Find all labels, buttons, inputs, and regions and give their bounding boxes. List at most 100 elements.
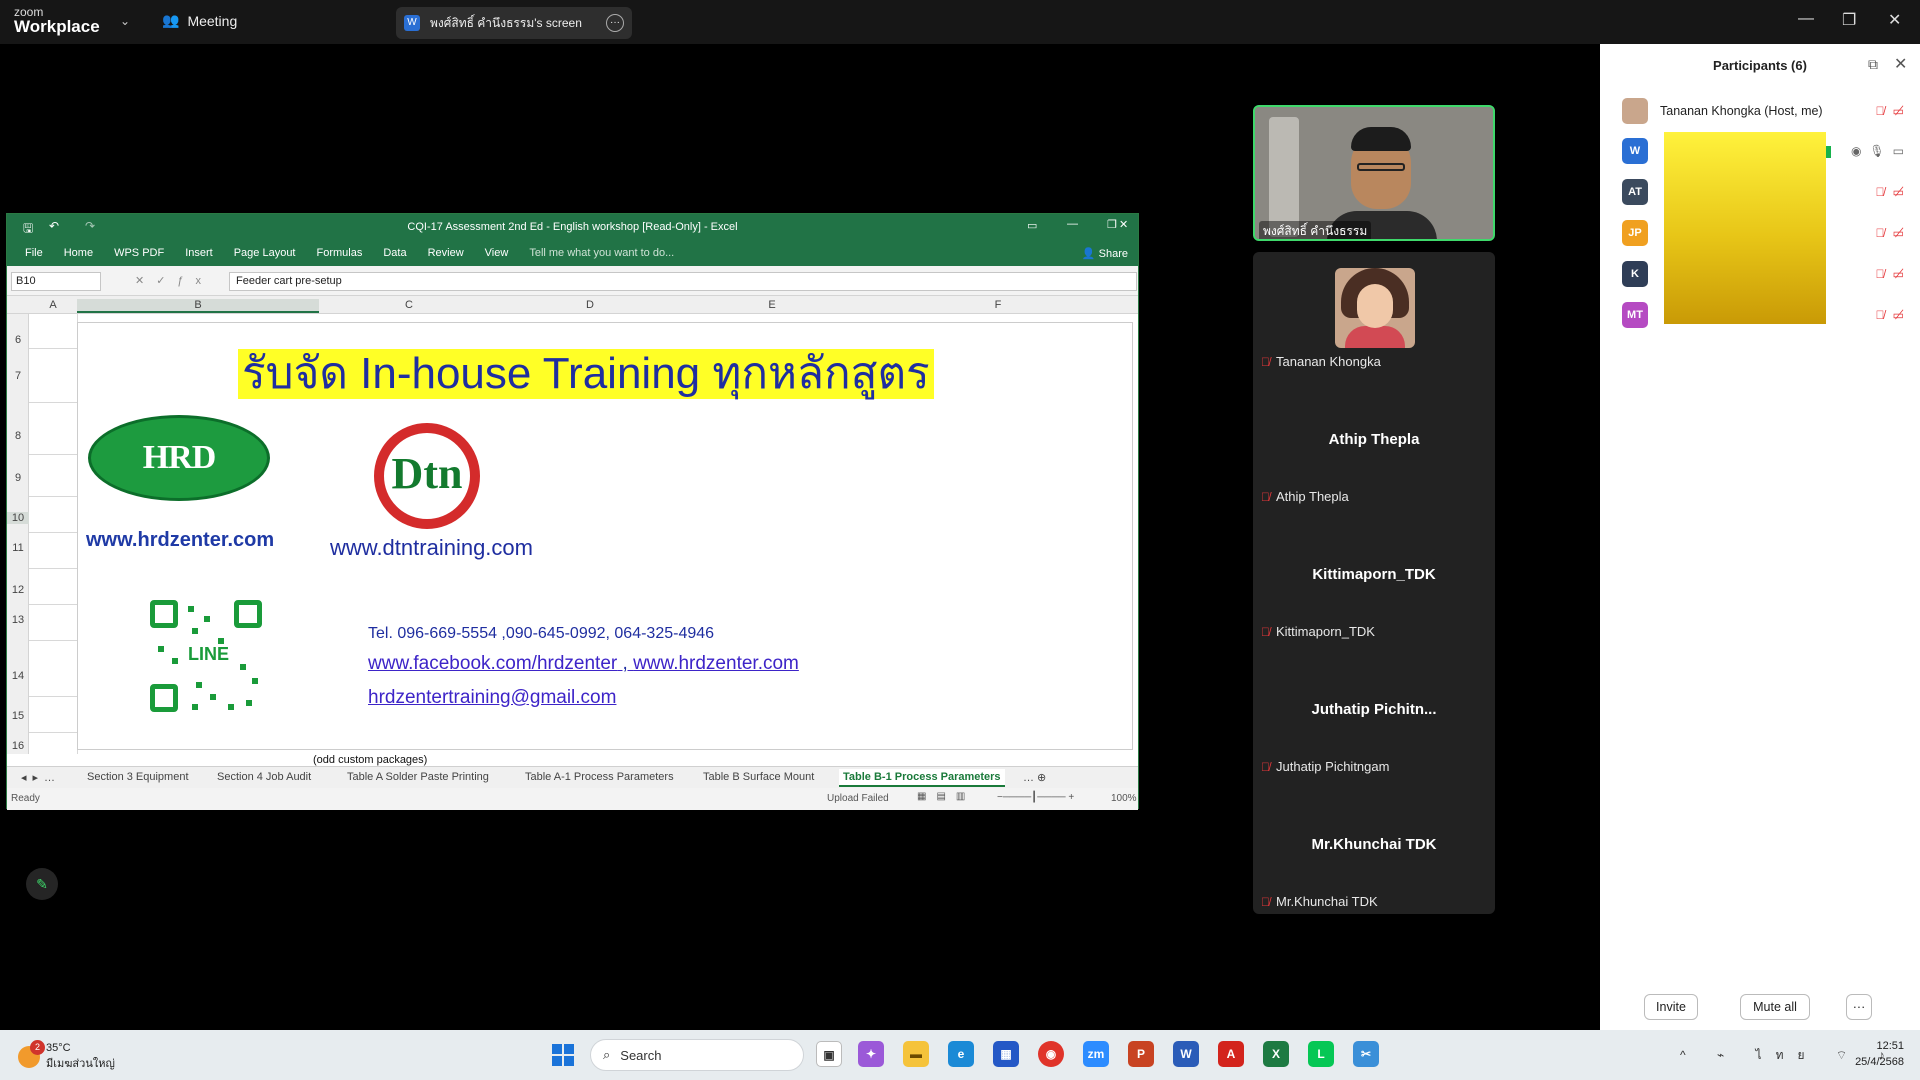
ribbon-tab[interactable]: View bbox=[485, 247, 509, 259]
mic-video-off-icons[interactable]: 🎙̸▭̸ bbox=[1876, 267, 1912, 281]
sheet-tab[interactable]: Table A-1 Process Parameters bbox=[525, 771, 674, 783]
participant-tile[interactable]: 🎙̸ Tananan Khongka bbox=[1253, 252, 1495, 380]
language-indicator[interactable]: ไทย bbox=[1756, 1048, 1819, 1062]
column-header[interactable]: C bbox=[319, 299, 499, 311]
sheet-tab[interactable]: Table A Solder Paste Printing bbox=[347, 771, 489, 783]
formula-input[interactable]: Feeder cart pre-setup bbox=[229, 272, 1137, 291]
cell-c16[interactable]: (odd custom packages) bbox=[313, 754, 427, 766]
restore-button[interactable]: ❐ bbox=[1842, 10, 1856, 30]
active-speaker-video[interactable]: พงศ์สิทธิ์ คำนึงธรรม bbox=[1253, 105, 1495, 241]
ribbon-tab[interactable]: Formulas bbox=[317, 247, 363, 259]
ribbon-tab[interactable]: Data bbox=[383, 247, 406, 259]
column-header[interactable]: D bbox=[499, 299, 681, 311]
column-header[interactable]: B bbox=[77, 299, 319, 313]
file-explorer-icon[interactable]: ▬ bbox=[903, 1041, 929, 1067]
share-button[interactable]: 👤 Share bbox=[1082, 247, 1128, 260]
ribbon-tab[interactable]: Page Layout bbox=[234, 247, 296, 259]
annotate-pen-icon[interactable]: ✎ bbox=[26, 868, 58, 900]
invite-button[interactable]: Invite bbox=[1644, 994, 1698, 1020]
chevron-down-icon[interactable]: ⌄ bbox=[120, 14, 130, 28]
tell-me-search[interactable]: Tell me what you want to do... bbox=[529, 247, 674, 259]
chrome-icon[interactable]: ◉ bbox=[1038, 1041, 1064, 1067]
acrobat-icon[interactable]: A bbox=[1218, 1041, 1244, 1067]
excel-close-button[interactable]: ✕ bbox=[1119, 218, 1128, 231]
close-icon[interactable]: ✕ bbox=[1894, 54, 1907, 74]
word-icon[interactable]: W bbox=[1173, 1041, 1199, 1067]
participant-row[interactable]: Tananan Khongka (Host, me) 🎙̸▭̸ bbox=[1622, 96, 1912, 126]
sheet-tab[interactable]: Section 4 Job Audit bbox=[217, 771, 311, 783]
mic-video-off-icons[interactable]: 🎙̸▭̸ bbox=[1876, 308, 1912, 322]
row-header[interactable]: 16 bbox=[7, 740, 29, 752]
excel-maximize-button[interactable]: ❐ bbox=[1107, 218, 1117, 231]
close-window-button[interactable]: ✕ bbox=[1888, 10, 1901, 30]
email-link[interactable]: hrdzentertraining@gmail.com bbox=[368, 687, 616, 709]
more-button[interactable]: ··· bbox=[1846, 994, 1872, 1020]
advert-picture[interactable]: รับจัด In-house Training ทุกหลักสูตร HRD… bbox=[77, 322, 1133, 750]
ribbon-tab[interactable]: Insert bbox=[185, 247, 213, 259]
row-header[interactable]: 11 bbox=[7, 542, 29, 554]
tile-big-name: Juthatip Pichitn... bbox=[1311, 701, 1437, 718]
windows-start-icon[interactable] bbox=[552, 1044, 574, 1066]
add-sheet-icon[interactable]: … ⊕ bbox=[1023, 771, 1046, 784]
name-box[interactable]: B10 bbox=[11, 272, 101, 291]
mic-video-off-icons[interactable]: 🎙̸▭̸ bbox=[1876, 104, 1912, 118]
taskbar-search[interactable]: ⌕ Search bbox=[590, 1039, 804, 1071]
mute-all-button[interactable]: Mute all bbox=[1740, 994, 1810, 1020]
row-header[interactable]: 15 bbox=[7, 710, 29, 722]
tile-label: 🎙̸ Kittimaporn_TDK bbox=[1261, 624, 1375, 639]
ribbon-tab[interactable]: WPS PDF bbox=[114, 247, 164, 259]
powerpoint-icon[interactable]: P bbox=[1128, 1041, 1154, 1067]
website-link[interactable]: www.hrdzenter.com bbox=[633, 653, 799, 674]
more-options-icon[interactable]: ··· bbox=[606, 14, 624, 32]
row-header[interactable]: 10 bbox=[7, 512, 29, 524]
ribbon-tab[interactable]: File bbox=[25, 247, 43, 259]
column-header[interactable]: E bbox=[681, 299, 863, 311]
weather-widget[interactable]: 2 35°C มีเมฆส่วนใหญ่ bbox=[18, 1040, 115, 1072]
participant-tile[interactable]: Mr.Khunchai TDK 🎙̸ Mr.Khunchai TDK bbox=[1253, 792, 1495, 920]
minimize-button[interactable]: — bbox=[1798, 10, 1814, 28]
mic-video-off-icons[interactable]: 🎙̸▭̸ bbox=[1876, 185, 1912, 199]
meeting-menu-button[interactable]: 👥 Meeting bbox=[162, 12, 237, 29]
store-icon[interactable]: ▦ bbox=[993, 1041, 1019, 1067]
sheet-tab[interactable]: Table B Surface Mount bbox=[703, 771, 814, 783]
participant-tile[interactable]: Juthatip Pichitn... 🎙̸ Juthatip Pichitnga… bbox=[1253, 657, 1495, 785]
shared-screen-pill[interactable]: W พงศ์สิทธิ์ คำนึงธรรม's screen ··· bbox=[396, 7, 632, 39]
row-header[interactable]: 12 bbox=[7, 584, 29, 596]
mic-video-off-icons[interactable]: 🎙̸▭̸ bbox=[1876, 226, 1912, 240]
line-icon[interactable]: L bbox=[1308, 1041, 1334, 1067]
weather-description: มีเมฆส่วนใหญ่ bbox=[46, 1058, 115, 1070]
mic-video-on-icons[interactable]: ◉🎙▭ bbox=[1851, 144, 1912, 158]
view-mode-icons[interactable]: ▦▤▥ bbox=[917, 791, 975, 802]
row-header[interactable]: 13 bbox=[7, 614, 29, 626]
popout-icon[interactable]: ⧉ bbox=[1868, 56, 1878, 73]
copilot-icon[interactable]: ✦ bbox=[858, 1041, 884, 1067]
sheet-nav-arrows[interactable]: ◂▸… bbox=[21, 771, 61, 784]
column-header[interactable]: F bbox=[863, 299, 1133, 311]
zoom-slider[interactable]: −────┃──── + bbox=[997, 792, 1074, 803]
participant-avatar bbox=[1622, 98, 1648, 124]
temperature: 35°C bbox=[46, 1042, 71, 1054]
row-header[interactable]: 14 bbox=[7, 670, 29, 682]
ribbon-tab[interactable]: Review bbox=[428, 247, 464, 259]
task-view-icon[interactable]: ▣ bbox=[816, 1041, 842, 1067]
clock[interactable]: 12:51 25/4/2568 bbox=[1838, 1038, 1904, 1070]
participant-tile[interactable]: Athip Thepla 🎙̸ Athip Thepla bbox=[1253, 387, 1495, 515]
participant-tile[interactable]: Kittimaporn_TDK 🎙̸ Kittimaporn_TDK bbox=[1253, 522, 1495, 650]
row-header[interactable]: 7 bbox=[7, 370, 29, 382]
ribbon-tab[interactable]: Home bbox=[64, 247, 93, 259]
upload-failed-status[interactable]: Upload Failed bbox=[827, 793, 889, 804]
sheet-tab-active[interactable]: Table B-1 Process Parameters bbox=[839, 769, 1005, 787]
column-header[interactable]: A bbox=[29, 299, 77, 311]
facebook-link[interactable]: www.facebook.com/hrdzenter bbox=[368, 653, 617, 674]
tile-name: Athip Thepla bbox=[1276, 489, 1349, 504]
row-header[interactable]: 8 bbox=[7, 430, 29, 442]
snipping-icon[interactable]: ✂ bbox=[1353, 1041, 1379, 1067]
row-header[interactable]: 6 bbox=[7, 334, 29, 346]
zoom-icon[interactable]: zm bbox=[1083, 1041, 1109, 1067]
row-header[interactable]: 9 bbox=[7, 472, 29, 484]
excel-minimize-button[interactable]: — bbox=[1067, 218, 1078, 230]
ribbon-display-icon[interactable]: ▭ bbox=[1027, 219, 1037, 232]
edge-icon[interactable]: e bbox=[948, 1041, 974, 1067]
excel-icon[interactable]: X bbox=[1263, 1041, 1289, 1067]
sheet-tab[interactable]: Section 3 Equipment bbox=[87, 771, 189, 783]
